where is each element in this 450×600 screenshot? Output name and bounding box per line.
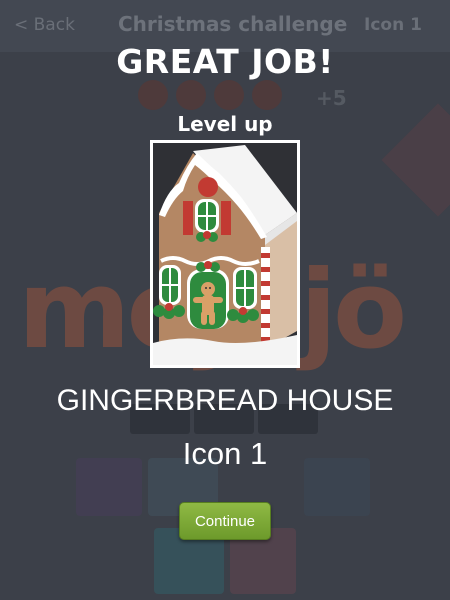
progress-dot [138,80,168,110]
gingerbread-house-icon [153,143,297,365]
reward-item-level: Icon 1 [182,436,268,471]
continue-button[interactable]: Continue [179,502,271,540]
great-job-heading: GREAT JOB! [116,42,334,81]
progress-dot [252,80,282,110]
progress-dot [214,80,244,110]
bonus-count: +5 [316,86,347,110]
progress-dots [138,80,282,110]
reward-item-name: GINGERBREAD HOUSE [56,384,394,417]
progress-dot [176,80,206,110]
back-button[interactable]: < Back [14,15,75,35]
reward-card [150,140,300,368]
screen-title: Christmas challenge [118,12,348,36]
level-up-label: Level up [177,112,273,136]
level-indicator: Icon 1 [364,15,422,35]
